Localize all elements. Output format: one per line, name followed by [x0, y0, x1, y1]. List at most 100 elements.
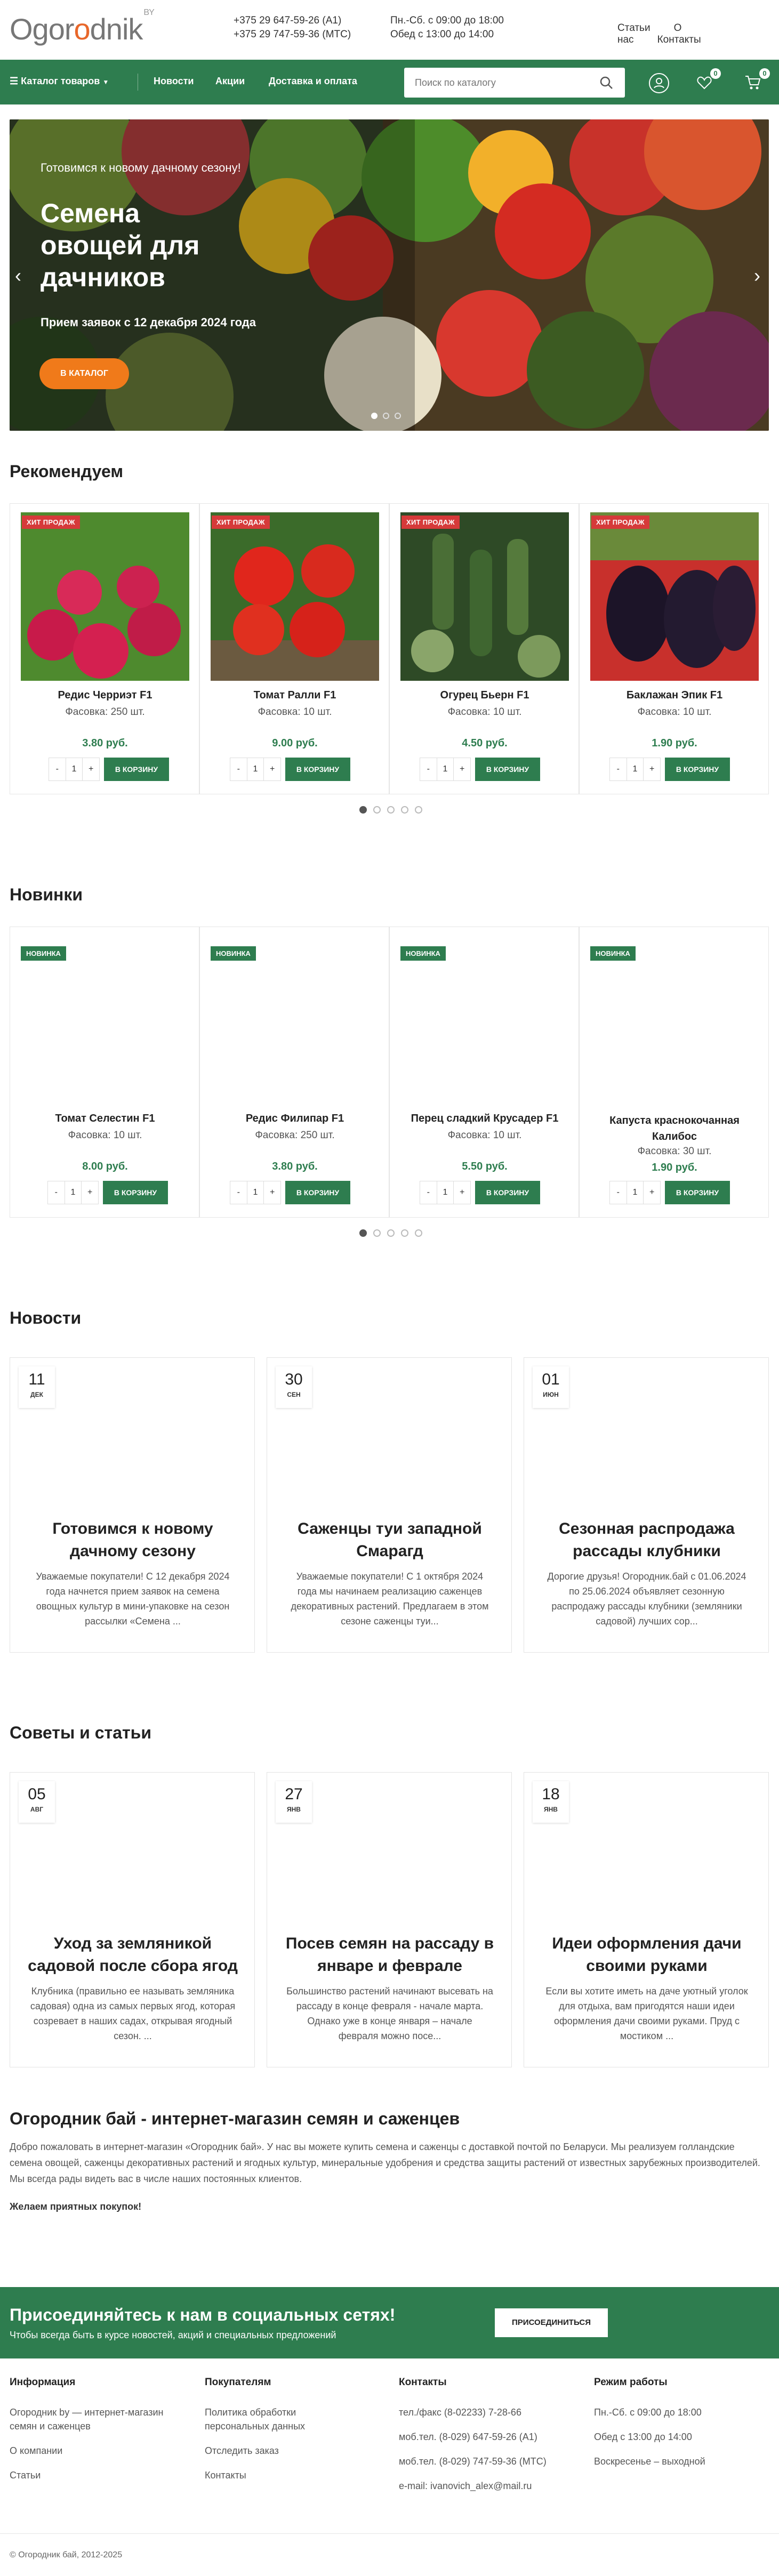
- product-card[interactable]: НОВИНКА Капуста краснокочанная Калибос Ф…: [579, 927, 769, 1218]
- footer-contact[interactable]: моб.тел. (8-029) 647-59-26 (A1): [399, 2430, 580, 2444]
- carousel-dot[interactable]: [401, 806, 408, 814]
- add-to-cart-button[interactable]: В КОРЗИНУ: [475, 758, 540, 781]
- news-card[interactable]: 30 СЕН Саженцы туи западной Смарагд Уважа…: [267, 1357, 512, 1653]
- news-title-text[interactable]: Сезонная распродажа рассады клубники: [535, 1518, 759, 1563]
- cart-icon[interactable]: [744, 75, 761, 91]
- product-name[interactable]: Томат Селестин F1: [10, 1113, 200, 1125]
- qty-value[interactable]: 1: [247, 1181, 264, 1204]
- minus-button[interactable]: -: [420, 758, 437, 780]
- chevron-right-icon[interactable]: ›: [754, 264, 760, 287]
- product-name[interactable]: Перец сладкий Крусадер F1: [390, 1113, 580, 1125]
- nav-news[interactable]: Новости: [154, 76, 194, 87]
- add-to-cart-button[interactable]: В КОРЗИНУ: [285, 1181, 350, 1204]
- footer-link[interactable]: Статьи: [10, 2468, 191, 2482]
- footer-email[interactable]: e-mail: ivanovich_alex@mail.ru: [399, 2479, 580, 2493]
- carousel-dot[interactable]: [359, 1229, 367, 1237]
- news-card[interactable]: 01 ИЮН Сезонная распродажа рассады клубни…: [524, 1357, 769, 1653]
- nav-delivery[interactable]: Доставка и оплата: [269, 76, 357, 87]
- article-card[interactable]: 05 АВГ Уход за земляникой садовой после с…: [10, 1772, 255, 2067]
- plus-button[interactable]: +: [264, 758, 280, 780]
- qty-value[interactable]: 1: [65, 1181, 82, 1204]
- qty-value[interactable]: 1: [66, 758, 83, 780]
- product-image[interactable]: [590, 512, 759, 681]
- hero-catalog-button[interactable]: В КАТАЛОГ: [39, 358, 129, 389]
- phone-mts[interactable]: +375 29 747-59-36 (MTC): [234, 28, 351, 42]
- plus-button[interactable]: +: [454, 1181, 470, 1204]
- quantity-stepper[interactable]: -1 +: [47, 1181, 99, 1204]
- footer-link[interactable]: Контакты: [205, 2468, 338, 2482]
- qty-value[interactable]: 1: [437, 758, 454, 780]
- add-to-cart-button[interactable]: В КОРЗИНУ: [665, 1181, 730, 1204]
- carousel-dot[interactable]: [359, 806, 367, 814]
- product-name[interactable]: Капуста краснокочанная Калибос: [580, 1113, 769, 1145]
- product-card[interactable]: ХИТ ПРОДАЖ Огурец Бьерн F1 Фасовка: 10 ш…: [389, 503, 579, 794]
- add-to-cart-button[interactable]: В КОРЗИНУ: [285, 758, 350, 781]
- footer-link[interactable]: Политика обработки персональных данных: [205, 2405, 338, 2433]
- add-to-cart-button[interactable]: В КОРЗИНУ: [103, 1181, 168, 1204]
- join-button[interactable]: ПРИСОЕДИНИТЬСЯ: [495, 2308, 608, 2337]
- minus-button[interactable]: -: [610, 758, 627, 780]
- footer-link[interactable]: Отследить заказ: [205, 2444, 338, 2458]
- minus-button[interactable]: -: [230, 758, 247, 780]
- footer-link[interactable]: Огородник by — интернет-магазин семян и …: [10, 2405, 186, 2433]
- catalog-menu-button[interactable]: ☰ Каталог товаров ▼: [10, 76, 109, 87]
- quantity-stepper[interactable]: -1 +: [420, 1181, 471, 1204]
- phone-a1[interactable]: +375 29 647-59-26 (A1): [234, 14, 351, 28]
- qty-value[interactable]: 1: [627, 758, 644, 780]
- product-card[interactable]: НОВИНКА Редис Филипар F1 Фасовка: 250 шт…: [199, 927, 389, 1218]
- carousel-dot[interactable]: [401, 1229, 408, 1237]
- user-icon[interactable]: [648, 73, 670, 94]
- footer-link[interactable]: О компании: [10, 2444, 191, 2458]
- qty-value[interactable]: 1: [627, 1181, 644, 1204]
- news-title-text[interactable]: Готовимся к новому дачному сезону: [21, 1518, 245, 1563]
- product-name[interactable]: Редис Черриэт F1: [10, 689, 200, 702]
- minus-button[interactable]: -: [230, 1181, 247, 1204]
- product-image[interactable]: [400, 512, 569, 681]
- add-to-cart-button[interactable]: В КОРЗИНУ: [475, 1181, 540, 1204]
- product-name[interactable]: Баклажан Эпик F1: [580, 689, 769, 702]
- article-title-text[interactable]: Идеи оформления дачи своими руками: [535, 1933, 759, 1977]
- minus-button[interactable]: -: [48, 1181, 65, 1204]
- carousel-dot[interactable]: [415, 1229, 422, 1237]
- product-card[interactable]: НОВИНКА Томат Селестин F1 Фасовка: 10 шт…: [10, 927, 199, 1218]
- add-to-cart-button[interactable]: В КОРЗИНУ: [665, 758, 730, 781]
- article-title-text[interactable]: Посев семян на рассаду в январе и феврал…: [278, 1933, 502, 1977]
- plus-button[interactable]: +: [264, 1181, 280, 1204]
- slider-dot[interactable]: [395, 413, 401, 419]
- carousel-dot[interactable]: [387, 806, 395, 814]
- product-card[interactable]: ХИТ ПРОДАЖ Баклажан Эпик F1 Фасовка: 10 …: [579, 503, 769, 794]
- article-card[interactable]: 27 ЯНВ Посев семян на рассаду в январе и …: [267, 1772, 512, 2067]
- article-card[interactable]: 18 ЯНВ Идеи оформления дачи своими руками…: [524, 1772, 769, 2067]
- quantity-stepper[interactable]: -1 +: [49, 758, 100, 781]
- minus-button[interactable]: -: [49, 758, 66, 780]
- plus-button[interactable]: +: [644, 758, 660, 780]
- add-to-cart-button[interactable]: В КОРЗИНУ: [104, 758, 169, 781]
- carousel-dot[interactable]: [373, 1229, 381, 1237]
- quantity-stepper[interactable]: -1 +: [230, 1181, 281, 1204]
- chevron-left-icon[interactable]: ‹: [15, 264, 21, 287]
- quantity-stepper[interactable]: -1 +: [420, 758, 471, 781]
- slider-dot[interactable]: [371, 413, 378, 419]
- product-card[interactable]: ХИТ ПРОДАЖ Томат Ралли F1 Фасовка: 10 шт…: [199, 503, 389, 794]
- plus-button[interactable]: +: [454, 758, 470, 780]
- quantity-stepper[interactable]: -1 +: [609, 758, 661, 781]
- product-image[interactable]: [21, 512, 189, 681]
- news-title-text[interactable]: Саженцы туи западной Смарагд: [278, 1518, 502, 1563]
- plus-button[interactable]: +: [83, 758, 99, 780]
- quantity-stepper[interactable]: -1 +: [230, 758, 281, 781]
- article-title-text[interactable]: Уход за земляникой садовой после сбора я…: [21, 1933, 245, 1977]
- site-logo[interactable]: Ogorodnik BY: [10, 8, 155, 46]
- qty-value[interactable]: 1: [247, 758, 264, 780]
- minus-button[interactable]: -: [420, 1181, 437, 1204]
- footer-contact[interactable]: моб.тел. (8-029) 747-59-36 (МТС): [399, 2454, 580, 2468]
- plus-button[interactable]: +: [82, 1181, 98, 1204]
- search-icon[interactable]: [599, 76, 613, 90]
- product-name[interactable]: Редис Филипар F1: [200, 1113, 390, 1125]
- footer-contact[interactable]: тел./факс (8-02233) 7-28-66: [399, 2405, 580, 2419]
- carousel-dot[interactable]: [373, 806, 381, 814]
- top-link-contacts[interactable]: Контакты: [657, 34, 701, 45]
- product-name[interactable]: Огурец Бьерн F1: [390, 689, 580, 702]
- plus-button[interactable]: +: [644, 1181, 660, 1204]
- carousel-dot[interactable]: [415, 806, 422, 814]
- nav-promotions[interactable]: Акции: [215, 76, 245, 87]
